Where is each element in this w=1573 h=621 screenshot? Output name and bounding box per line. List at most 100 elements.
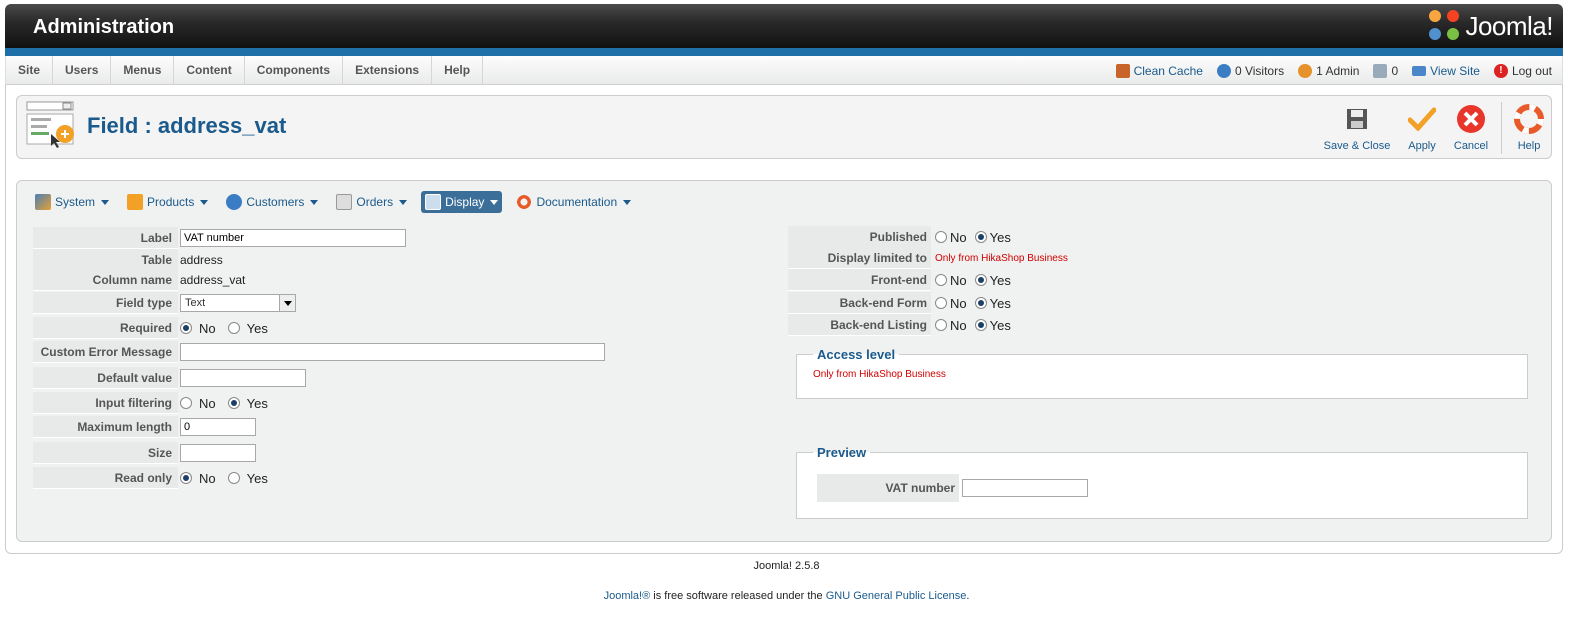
backendlisting-no-radio[interactable] [935, 319, 947, 331]
joomla-logo-text: Joomla! [1465, 10, 1553, 41]
joomla-link[interactable]: Joomla!® [604, 590, 651, 602]
published-yes-radio[interactable] [974, 231, 987, 243]
custom-error-input[interactable] [180, 343, 605, 361]
monitor-icon [1412, 65, 1427, 76]
published-no-radio[interactable] [935, 231, 947, 243]
max-length-label: Maximum length [33, 416, 178, 438]
save-close-label: Save & Close [1323, 140, 1391, 152]
required-yes-radio[interactable] [227, 322, 240, 334]
readonly-no-radio[interactable] [180, 472, 192, 484]
display-limited-value: Only from HikaShop Business [935, 252, 1068, 264]
size-label: Size [33, 442, 178, 464]
cancel-icon [1456, 104, 1486, 134]
filtering-no-label: No [199, 395, 216, 411]
readonly-yes-radio[interactable] [227, 472, 240, 484]
table-field-label: Table [33, 249, 178, 271]
row-size: Size [33, 442, 256, 464]
hikamenu-system[interactable]: System [31, 191, 113, 213]
default-value-label: Default value [33, 367, 178, 389]
field-type-select[interactable]: Text [180, 294, 296, 312]
menu-components[interactable]: Components [245, 56, 344, 85]
backendform-yes-label: Yes [989, 295, 1011, 311]
help-button[interactable]: Help [1494, 104, 1564, 152]
hikamenu-products-label: Products [147, 195, 195, 209]
messages-status[interactable]: 0 [1373, 63, 1398, 78]
view-site-link[interactable]: View Site [1412, 64, 1480, 78]
access-level-legend: Access level [817, 347, 896, 362]
hikamenu-display[interactable]: Display [421, 191, 503, 213]
admin-title: Administration [33, 16, 175, 38]
checkmark-icon [1407, 104, 1437, 134]
chevron-down-icon [623, 199, 632, 205]
license-end: . [966, 590, 970, 602]
filtering-yes-label: Yes [246, 395, 268, 411]
max-length-input[interactable] [180, 418, 256, 436]
clean-cache-label[interactable]: Clean Cache [1134, 64, 1203, 78]
orders-icon [336, 194, 353, 210]
field-type-value: Text [185, 297, 206, 309]
backendlisting-yes-radio[interactable] [974, 319, 987, 331]
admin-status: 1 Admin [1298, 63, 1360, 78]
label-input[interactable] [180, 229, 406, 247]
frontend-yes-label: Yes [989, 272, 1011, 288]
backendform-yes-radio[interactable] [974, 297, 987, 309]
column-name-value: address_vat [180, 273, 246, 287]
row-published: Published No Yes [788, 226, 1019, 248]
menu-extensions[interactable]: Extensions [343, 56, 433, 85]
hikamenu-customers[interactable]: Customers [222, 191, 322, 213]
preview-vat-input[interactable] [962, 479, 1088, 497]
logout-label[interactable]: Log out [1512, 64, 1552, 78]
published-yes-label: Yes [989, 229, 1011, 245]
footer-license: Joomla!® is free software released under… [0, 590, 1573, 602]
visitors-count: 0 Visitors [1234, 63, 1285, 78]
clean-cache-link[interactable]: Clean Cache [1115, 63, 1203, 78]
default-value-input[interactable] [180, 369, 306, 387]
lifebuoy-icon [516, 194, 533, 210]
save-close-button[interactable]: Save & Close [1322, 104, 1392, 152]
filtering-yes-radio[interactable] [227, 397, 240, 409]
hikamenu-products[interactable]: Products [123, 191, 212, 213]
apply-label: Apply [1408, 140, 1436, 152]
cache-icon [1115, 63, 1130, 78]
frontend-yes-radio[interactable] [974, 274, 987, 286]
row-display-limited: Display limited to Only from HikaShop Bu… [788, 247, 1068, 269]
chevron-down-icon [399, 199, 408, 205]
menu-users[interactable]: Users [53, 56, 112, 85]
row-custom-error: Custom Error Message [33, 341, 605, 363]
hikamenu-documentation[interactable]: Documentation [512, 191, 635, 213]
help-label: Help [1517, 140, 1541, 152]
backend-form-label: Back-end Form [788, 292, 931, 314]
gpl-link[interactable]: GNU General Public License [826, 590, 967, 602]
tools-icon [35, 194, 51, 210]
custom-error-label: Custom Error Message [33, 341, 178, 363]
published-no-label: No [950, 229, 967, 245]
row-label: Label [33, 227, 406, 249]
row-input-filtering: Input filtering No Yes [33, 392, 276, 414]
menu-help[interactable]: Help [432, 56, 484, 85]
hikamenu-display-label: Display [445, 195, 485, 209]
hikamenu-orders[interactable]: Orders [332, 191, 411, 213]
footer-version: Joomla! 2.5.8 [753, 560, 820, 572]
filtering-no-radio[interactable] [180, 397, 192, 409]
row-required: Required No Yes [33, 317, 276, 339]
visitors-icon [1216, 63, 1231, 78]
chevron-down-icon [101, 199, 110, 205]
row-front-end: Front-end No Yes [788, 269, 1019, 291]
dropdown-arrow-icon [279, 295, 295, 311]
backendform-no-radio[interactable] [935, 297, 947, 309]
view-site-label[interactable]: View Site [1430, 64, 1480, 78]
size-input[interactable] [180, 444, 256, 462]
menu-site[interactable]: Site [6, 56, 54, 85]
hikashop-menu: System Products Customers Orders Display… [31, 190, 635, 214]
backendform-no-label: No [950, 295, 967, 311]
table-value: address [180, 253, 223, 267]
page-title: Field : address_vat [87, 113, 287, 138]
admin-count: 1 Admin [1316, 63, 1360, 78]
logout-link[interactable]: ! Log out [1493, 63, 1552, 78]
required-no-radio[interactable] [180, 322, 192, 334]
menu-content[interactable]: Content [174, 56, 245, 85]
published-label: Published [788, 226, 931, 248]
save-icon [1342, 104, 1372, 134]
menu-menus[interactable]: Menus [111, 56, 175, 85]
frontend-no-radio[interactable] [935, 274, 947, 286]
